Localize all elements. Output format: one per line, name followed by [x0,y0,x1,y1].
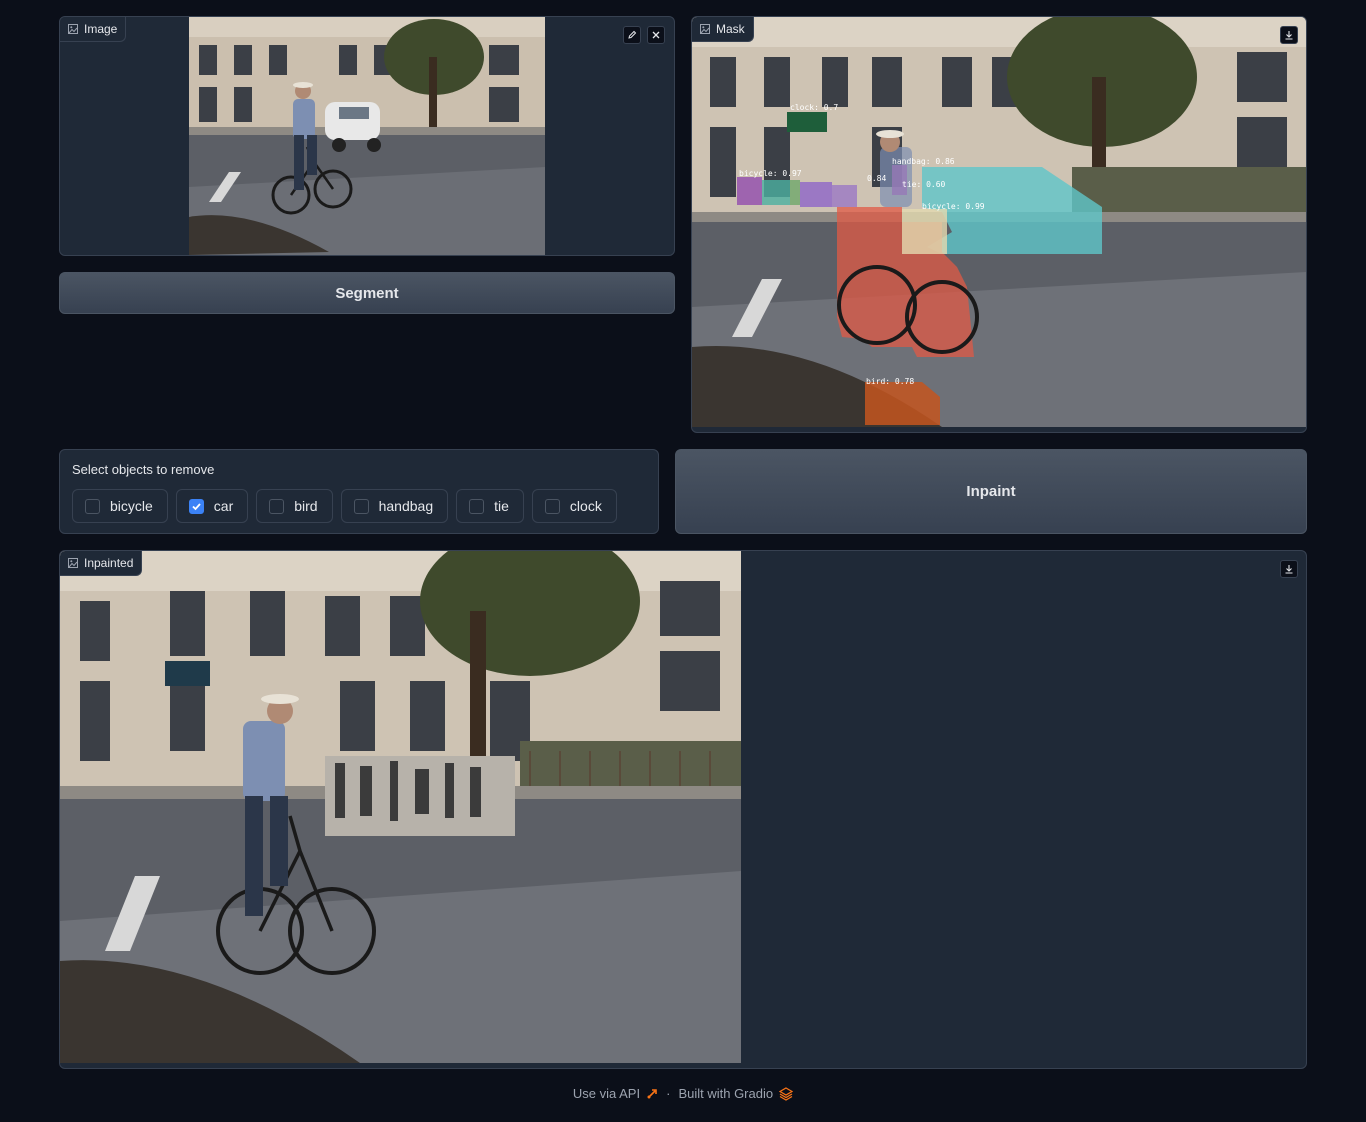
built-with-gradio-text: Built with Gradio [678,1086,774,1101]
download-icon [1285,565,1293,574]
checkbox-box[interactable] [85,498,100,514]
detection-label: bicycle: 0.97 [739,169,802,178]
rocket-icon [647,1088,657,1098]
image-label: Image [84,22,118,36]
inpaint-button[interactable]: Inpaint [675,449,1307,534]
checkbox-label: handbag [378,498,434,514]
detection-label: bicycle: 0.99 [922,202,985,211]
footer-separator: · [666,1086,671,1101]
inpainted-photo [60,551,741,1063]
use-via-api-text: Use via API [572,1086,641,1101]
detection-label: clock: 0.7 [790,103,839,112]
checkbox-box[interactable] [469,498,485,514]
footer: Use via API · Built with Gradio [0,1086,1366,1101]
inpainted-label-tag: Inpainted [60,551,143,576]
detection-label: handbag: 0.86 [892,157,955,166]
checkbox-box[interactable] [188,498,204,514]
checkbox-box[interactable] [269,498,285,514]
mask-photo [692,17,1306,427]
download-mask-button[interactable] [1280,26,1298,44]
checkbox-label: clock [569,498,602,514]
download-icon [1285,31,1293,40]
detection-label: 0.84 [867,174,887,183]
checkbox-label: tie [494,498,509,514]
mask-output-panel: clock: 0.7 handbag: 0.86 bicycle: 0.97 0… [691,16,1307,433]
segment-button[interactable]: Segment [59,272,675,314]
checkbox-handbag[interactable]: handbag [340,489,449,523]
edit-image-button[interactable] [623,26,641,44]
image-input-panel[interactable]: Image [59,16,675,256]
select-objects-title: Select objects to remove [72,462,215,477]
image-icon [68,558,78,568]
close-icon [652,31,660,39]
checkbox-clock[interactable]: clock [531,489,617,523]
checkbox-box[interactable] [353,498,369,514]
image-label-tag: Image [60,17,127,42]
checkbox-label: car [213,498,234,514]
checkbox-tie[interactable]: tie [456,489,524,523]
built-with-gradio-link[interactable]: Built with Gradio [678,1086,794,1101]
clear-image-button[interactable] [647,26,665,44]
pencil-icon [628,30,637,39]
mask-label: Mask [716,22,745,36]
select-objects-panel: Select objects to remove bicycle car bir… [59,449,659,534]
image-icon [700,24,710,34]
checkbox-bicycle[interactable]: bicycle [72,489,168,523]
input-photo [189,17,545,255]
checkbox-label: bird [294,498,318,514]
checkbox-car[interactable]: car [175,489,249,523]
check-icon [192,502,201,510]
detection-label: tie: 0.60 [902,180,946,189]
download-inpainted-button[interactable] [1280,560,1298,578]
checkbox-group: bicycle car bird handbag tie clock [72,489,617,523]
inpainted-label: Inpainted [84,556,134,570]
checkbox-label: bicycle [110,498,153,514]
checkbox-bird[interactable]: bird [256,489,333,523]
image-icon [68,24,78,34]
inpainted-output-panel: Inpainted [59,550,1307,1069]
use-via-api-link[interactable]: Use via API [573,1086,658,1101]
mask-label-tag: Mask [692,17,754,42]
gradio-logo-icon [779,1086,794,1101]
checkbox-box[interactable] [544,498,560,514]
detection-label: bird: 0.78 [866,377,915,386]
